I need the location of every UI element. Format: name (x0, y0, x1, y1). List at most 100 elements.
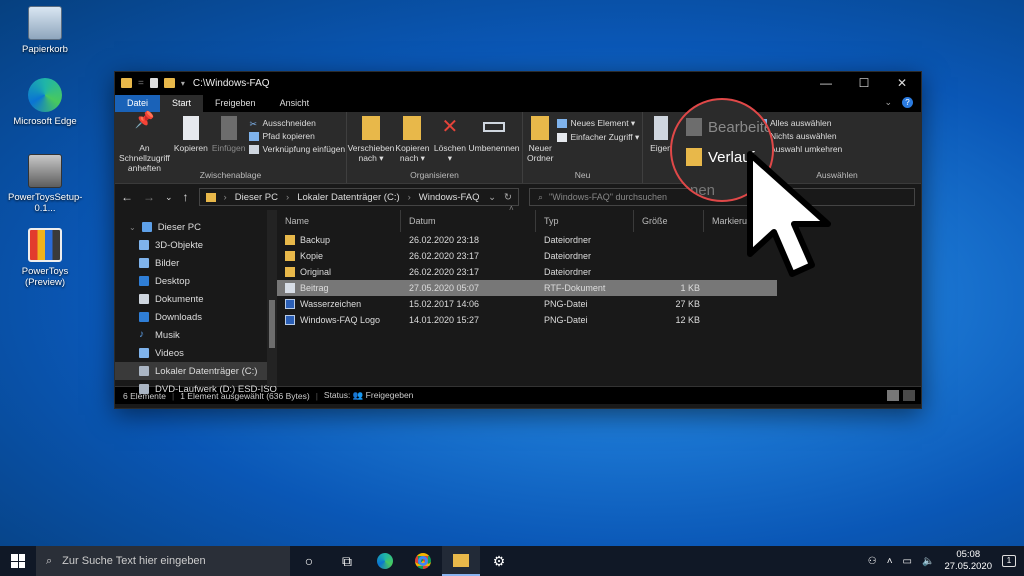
address-bar[interactable]: › Dieser PC › Lokaler Datenträger (C:) ›… (198, 188, 519, 206)
tab-freigeben[interactable]: Freigeben (203, 95, 268, 112)
nav-item-dvd-laufwerk[interactable]: DVD-Laufwerk (D:) ESD-ISO (115, 380, 277, 398)
edge-icon (28, 78, 62, 112)
new-folder-icon[interactable] (163, 78, 175, 88)
minimize-button[interactable]: — (807, 72, 845, 94)
mouse-pointer-icon (747, 151, 831, 277)
table-row[interactable]: Wasserzeichen 15.02.2017 14:06 PNG-Datei 27… (277, 296, 921, 312)
chevron-down-icon[interactable]: ⌄ (129, 223, 136, 232)
easy-access-button[interactable]: Einfacher Zugriff ▾ (557, 132, 639, 143)
desktop-icon-powertoys[interactable]: PowerToys (Preview) (8, 228, 82, 288)
nav-item-dieser-pc[interactable]: ⌄ Dieser PC (115, 218, 277, 236)
clock-time: 05:08 (956, 549, 981, 560)
music-icon: ♪ (139, 329, 144, 340)
show-hidden-icons-icon[interactable]: ˄ (887, 556, 893, 567)
path-icon (249, 131, 260, 141)
properties-icon[interactable] (149, 78, 158, 88)
rtf-document-icon (285, 283, 295, 293)
cortana-icon[interactable]: ○ (290, 546, 328, 576)
folder-icon (121, 78, 132, 88)
group-neu: Neuer Ordner Neues Element ▾ Einfacher Z… (523, 112, 643, 183)
close-button[interactable]: ✕ (883, 72, 921, 94)
nav-item-desktop[interactable]: Desktop (115, 272, 277, 290)
paste-link-button[interactable]: Verknüpfung einfügen (249, 144, 345, 154)
cut-button[interactable]: ✂ Ausschneiden (249, 118, 345, 129)
people-icon[interactable]: ⚇ (868, 556, 877, 567)
settings-icon[interactable]: ⚙ (480, 546, 518, 576)
nav-item-videos[interactable]: Videos (115, 344, 277, 362)
maximize-button[interactable]: ☐ (845, 72, 883, 94)
documents-icon (139, 294, 149, 304)
desktop-icon-recycle-bin[interactable]: Papierkorb (8, 6, 82, 55)
scrollbar-thumb[interactable] (269, 300, 275, 348)
nav-item-bilder[interactable]: Bilder (115, 254, 277, 272)
group-label: Neu (574, 170, 591, 180)
notification-center-icon[interactable]: 1 (1002, 555, 1016, 567)
edit-icon (686, 118, 702, 136)
clock[interactable]: 05:08 27.05.2020 (944, 549, 992, 573)
edit-button-zoomed[interactable]: Bearbeiten (686, 118, 772, 136)
breadcrumb-item[interactable]: Dieser PC (235, 192, 278, 203)
videos-icon (139, 348, 149, 358)
back-icon[interactable]: ← (121, 190, 133, 204)
group-organisieren: Verschieben nach ▾ Kopieren nach ▾ ✕ Lös… (347, 112, 523, 183)
address-dropdown-icon[interactable]: ⌄ (488, 192, 496, 203)
desktop-icon-edge[interactable]: Microsoft Edge (8, 78, 82, 127)
nav-item-lokaler-datentraeger[interactable]: Lokaler Datenträger (C:) (115, 362, 277, 380)
move-icon (362, 116, 380, 140)
chevron-down-icon[interactable]: ▾ (181, 79, 185, 88)
column-header-type[interactable]: Typ (536, 210, 634, 232)
file-explorer-taskbar-icon[interactable] (442, 546, 480, 576)
start-button[interactable] (0, 546, 36, 576)
nav-item-musik[interactable]: ♪ Musik (115, 326, 277, 344)
edge-taskbar-icon[interactable] (366, 546, 404, 576)
nav-item-dokumente[interactable]: Dokumente (115, 290, 277, 308)
desktop-icon-powertoys-setup[interactable]: PowerToysSetup-0.1... (8, 154, 82, 214)
column-header-name[interactable]: Name (277, 210, 401, 232)
details-view-icon[interactable] (887, 390, 899, 401)
nav-item-3d-objekte[interactable]: 3D-Objekte (115, 236, 277, 254)
copy-icon (182, 116, 199, 140)
new-item-button[interactable]: Neues Element ▾ (557, 118, 639, 129)
folder-icon (285, 251, 295, 261)
copy-path-button[interactable]: Pfad kopieren (249, 131, 345, 141)
column-header-date[interactable]: Datum (401, 210, 536, 232)
desktop-icon (139, 276, 149, 286)
volume-icon[interactable]: 🔈 (922, 556, 934, 567)
tab-datei[interactable]: Datei (115, 95, 161, 112)
desktop-icon-label: PowerToys (Preview) (21, 266, 69, 288)
installer-icon (28, 154, 62, 188)
table-row[interactable]: Windows-FAQ Logo 14.01.2020 15:27 PNG-Date… (277, 312, 921, 328)
search-icon: ⌕ (46, 554, 53, 567)
pin-icon: 📌 (134, 112, 155, 129)
forward-icon[interactable]: → (143, 190, 155, 204)
breadcrumb-separator-icon: › (286, 191, 290, 203)
folder-icon (205, 192, 216, 202)
zoom-partial-text: nen (690, 182, 716, 199)
nav-item-downloads[interactable]: Downloads (115, 308, 277, 326)
breadcrumb-item[interactable]: Windows-FAQ (419, 192, 480, 203)
column-header-size[interactable]: Größe (634, 210, 704, 232)
downloads-icon (139, 312, 149, 322)
desktop-icon-label: Microsoft Edge (13, 116, 77, 127)
tab-ansicht[interactable]: Ansicht (268, 95, 322, 112)
tab-start[interactable]: Start (160, 95, 204, 112)
up-icon[interactable]: ↑ (183, 190, 189, 204)
recent-chevron-icon[interactable]: ⌄ (165, 192, 173, 203)
table-row-selected[interactable]: Beitrag 27.05.2020 05:07 RTF-Dokument 1 KB (277, 280, 777, 296)
help-icon[interactable]: ? (902, 97, 913, 108)
recycle-bin-icon (28, 6, 62, 40)
expand-ribbon-icon[interactable]: ⌄ (884, 97, 892, 108)
refresh-icon[interactable]: ↻ (504, 192, 512, 203)
scissors-icon: ✂ (249, 118, 257, 129)
nav-scrollbar[interactable] (267, 210, 277, 386)
task-view-icon[interactable]: ⧉ (328, 546, 366, 576)
folder-icon (285, 267, 295, 277)
status-share: Status: 👥 Freigegeben (323, 390, 414, 400)
breadcrumb-item[interactable]: Lokaler Datenträger (C:) (297, 192, 399, 203)
chrome-icon[interactable] (404, 546, 442, 576)
network-icon[interactable]: ▭ (903, 556, 912, 567)
large-icons-view-icon[interactable] (903, 390, 915, 401)
taskbar-search[interactable]: ⌕ Zur Suche Text hier eingeben (36, 546, 290, 576)
breadcrumb-separator-icon: › (223, 191, 227, 203)
shortcut-icon (249, 144, 260, 154)
